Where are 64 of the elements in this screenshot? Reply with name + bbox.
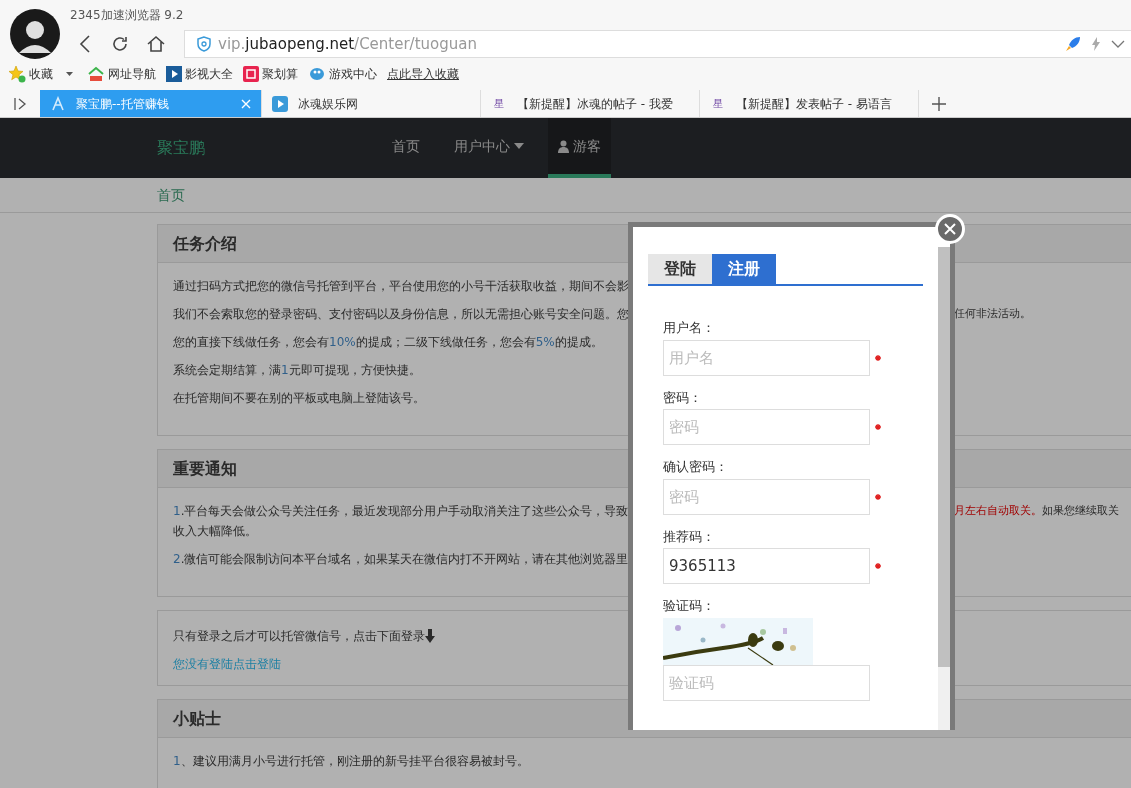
star-icon (8, 65, 26, 83)
bookmark-item[interactable]: 游戏中心 (308, 65, 377, 83)
chevron-down-icon[interactable] (1111, 40, 1125, 48)
input-field[interactable]: 用户名 (663, 339, 870, 376)
window-title: 2345加速浏览器 9.2 (70, 7, 184, 24)
tab-title: 【新提醒】冰魂的帖子 - 我爱 (517, 95, 673, 113)
deal-icon (243, 66, 259, 82)
house-icon (87, 66, 105, 82)
bookmark-item[interactable]: 聚划算 (243, 65, 298, 83)
tab-title: 冰魂娱乐网 (298, 95, 358, 113)
bookmark-item[interactable]: 点此导入收藏 (387, 65, 459, 83)
dialog-tab[interactable]: 注册 (712, 254, 776, 284)
panel-title: 任务介绍 (173, 232, 237, 255)
close-button[interactable] (935, 214, 965, 244)
field-label: 用户名： (663, 319, 716, 337)
panel-title: 小贴士 (173, 707, 221, 730)
bookmark-item[interactable]: 收藏 (8, 65, 77, 83)
caret-icon (66, 72, 73, 76)
tab-title: 【新提醒】发表帖子 - 易语言 (736, 95, 892, 113)
field-label: 推荐码： (663, 527, 716, 546)
input-field[interactable]: 9365113 (663, 548, 870, 584)
paragraph: 您的直接下线做任务，您会有10%的提成；二级下线做任务，您会有5%的提成。 (173, 334, 604, 351)
dialog-tab[interactable]: 登陆 (648, 254, 712, 284)
tab-title: 聚宝鹏--托管赚钱 (76, 95, 169, 113)
close-icon (944, 223, 956, 235)
home-icon (146, 34, 166, 54)
field-label: 验证码： (663, 597, 716, 615)
play-icon (272, 95, 288, 112)
paragraph: 在托管期间不要在别的平板或电脑上登陆该号。 (173, 390, 426, 407)
logo-icon (50, 95, 66, 112)
bookmark-item[interactable]: 网址导航 (87, 65, 156, 83)
lightning-icon[interactable] (1091, 37, 1101, 51)
paragraph: 月左右自动取关。如果您继续取关 (954, 502, 1119, 519)
user-icon (558, 139, 569, 153)
panel-title: 重要通知 (173, 457, 237, 480)
nav-item[interactable]: 首页 (382, 118, 430, 178)
nav-item[interactable]: 游客 (548, 118, 611, 178)
caret-icon (514, 143, 524, 149)
plus-icon (932, 96, 946, 111)
rocket-icon[interactable] (1065, 36, 1081, 52)
field-label: 确认密码： (663, 458, 729, 476)
site-favicon: 星 (494, 98, 504, 109)
input-field[interactable]: 验证码 (663, 664, 870, 701)
site-favicon: 星 (713, 98, 723, 109)
shield-icon (197, 36, 211, 52)
site-logo: 聚宝鹏 (157, 137, 206, 159)
paragraph: 1、建议用满月小号进行托管，刚注册的新号挂平台很容易被封号。 (173, 753, 530, 770)
field-label: 密码： (663, 388, 703, 407)
film-icon (166, 66, 182, 82)
bookmark-item[interactable]: 影视大全 (166, 65, 233, 83)
reload-icon (110, 34, 130, 54)
paragraph: 只有登录之后才可以托管微信号，点击下面登录 (173, 628, 426, 645)
avatar-icon (10, 9, 60, 59)
url-text: vip.jubaopeng.net/Center/tuoguan (218, 33, 477, 55)
paragraph: 任何非法活动。 (954, 305, 1031, 322)
input-field[interactable]: 密码 (663, 478, 870, 515)
close-icon[interactable] (241, 98, 251, 109)
input-field[interactable]: 密码 (663, 409, 870, 445)
nav-item[interactable]: 用户中心 (444, 118, 534, 178)
bird-icon (308, 66, 326, 82)
paragraph: 系统会定期结算，满1元即可提现，方便快捷。 (173, 362, 422, 379)
paragraph: 收入大幅降低。 (173, 523, 257, 540)
back-icon (79, 34, 91, 54)
address-bar[interactable]: vip.jubaopeng.net/Center/tuoguan (184, 30, 1131, 58)
